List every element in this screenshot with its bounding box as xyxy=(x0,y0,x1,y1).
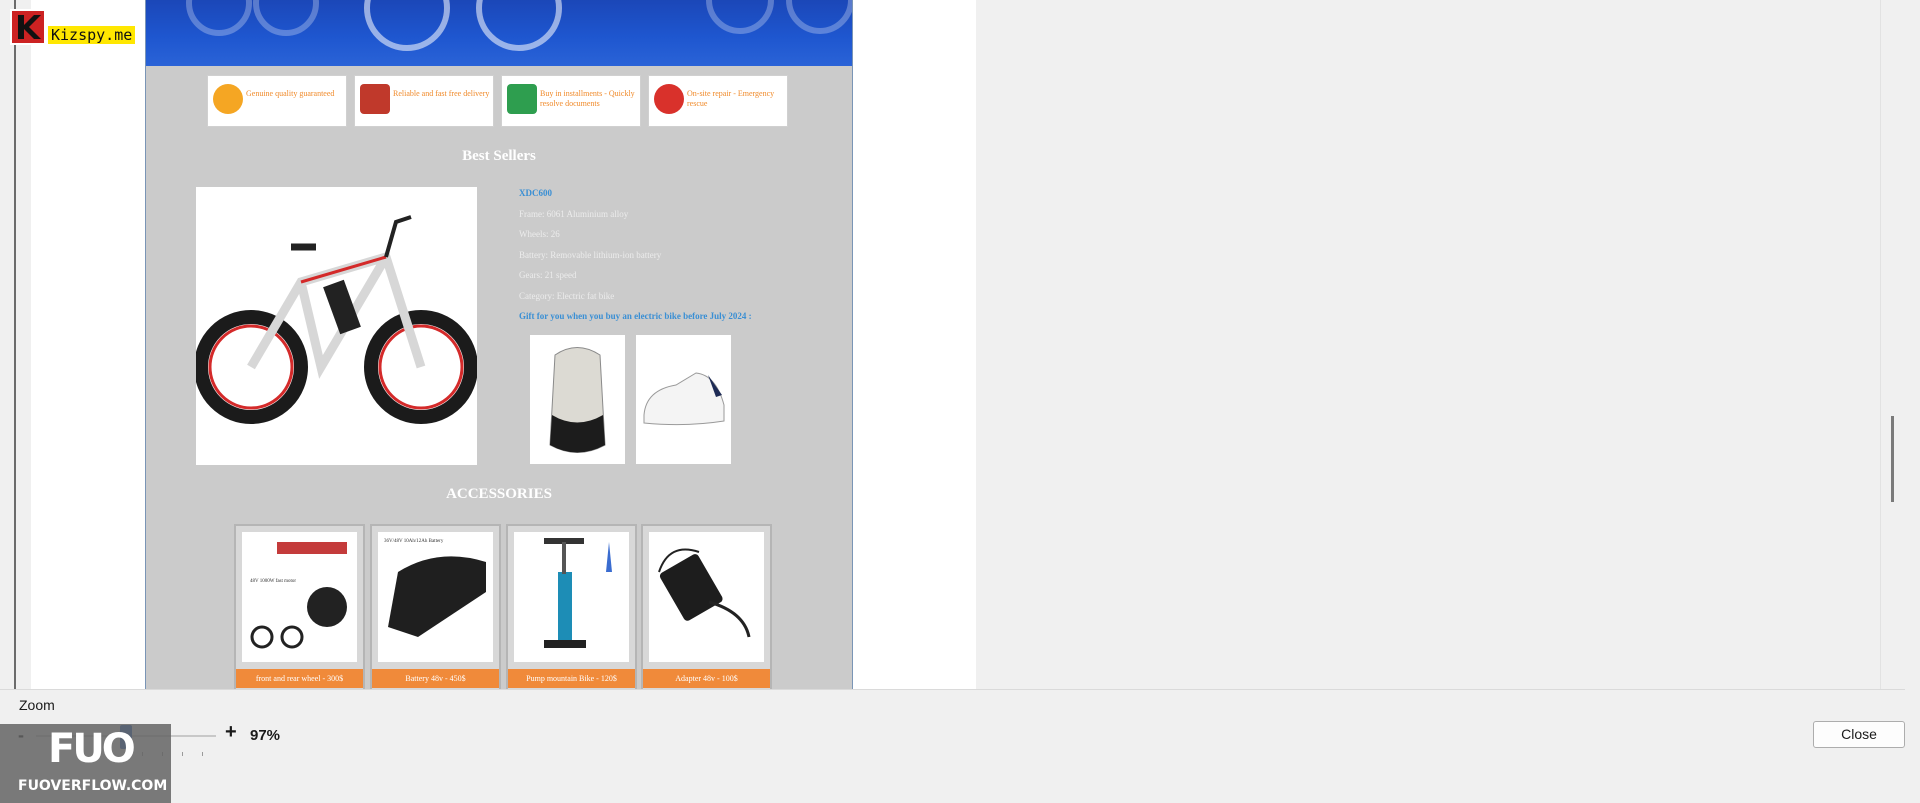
feature-card: Buy in installments - Quickly resolve do… xyxy=(501,75,641,127)
spec-line: Wheels: 26 xyxy=(519,229,560,239)
vertical-scrollbar[interactable] xyxy=(1880,0,1906,689)
zoom-value: 97% xyxy=(250,727,281,744)
feature-text: Genuine quality guaranteed xyxy=(246,89,335,98)
accessories-heading: ACCESSORIES xyxy=(446,486,552,502)
accessory-image-battery: 36V/48V 10Ah/12Ah Battery xyxy=(378,532,493,662)
product-image xyxy=(194,187,478,465)
accessory-card[interactable]: 48V 1000W fast motor front and rear whee… xyxy=(236,526,363,689)
accessory-label: Pump mountain Bike - 120$ xyxy=(508,669,635,688)
banner-wheel-icon xyxy=(786,0,852,34)
spec-line: Category: Electric fat bike xyxy=(519,291,615,301)
document-page: Genuine quality guaranteed Reliable and … xyxy=(145,0,853,689)
kizspy-logo-icon xyxy=(10,9,46,45)
money-bag-icon xyxy=(507,84,537,114)
slider-tick xyxy=(202,752,203,756)
best-sellers-heading: Best Sellers xyxy=(462,148,536,164)
feature-card: On-site repair - Emergency rescue xyxy=(648,75,788,127)
accessory-card[interactable]: Pump mountain Bike - 120$ xyxy=(508,526,635,689)
spec-line: Gears: 21 speed xyxy=(519,270,577,280)
zoom-in-button[interactable]: + xyxy=(225,721,237,744)
left-divider xyxy=(14,0,16,689)
banner-wheel-icon xyxy=(364,0,450,51)
accessory-image-caption: 36V/48V 10Ah/12Ah Battery xyxy=(384,539,444,544)
banner-wheel-icon xyxy=(706,0,774,34)
accessory-label: front and rear wheel - 300$ xyxy=(236,669,363,688)
banner-wheel-icon xyxy=(186,0,252,36)
delivery-person-icon xyxy=(360,84,390,114)
accessory-card[interactable]: 36V/48V 10Ah/12Ah Battery Battery 48v - … xyxy=(372,526,499,689)
electric-bike-image xyxy=(194,215,478,424)
accessory-image-adapter xyxy=(649,532,764,662)
zoom-label: Zoom xyxy=(19,697,55,713)
award-badge-icon xyxy=(213,84,243,114)
feature-text: Reliable and fast free delivery xyxy=(393,89,490,98)
gift-text: Gift for you when you buy an electric bi… xyxy=(519,311,752,321)
accessory-label: Adapter 48v - 100$ xyxy=(643,669,770,688)
gift-backpack-image xyxy=(530,335,625,464)
kizspy-watermark: Kizspy.me xyxy=(48,26,136,44)
scrollbar-thumb[interactable] xyxy=(1891,416,1894,502)
repair-gear-icon xyxy=(654,84,684,114)
feature-card: Genuine quality guaranteed xyxy=(207,75,347,127)
gift-sneaker-image xyxy=(636,335,731,464)
divider xyxy=(0,689,1905,690)
fuo-logo: FUO xyxy=(48,726,136,772)
accessory-label: Battery 48v - 450$ xyxy=(372,669,499,688)
spec-line: Battery: Removable lithium-ion battery xyxy=(519,250,662,260)
fuoverflow-site-text: FUOVERFLOW.COM xyxy=(18,778,168,794)
spec-line: Frame: 6061 Aluminium alloy xyxy=(519,209,629,219)
accessory-card[interactable]: Adapter 48v - 100$ xyxy=(643,526,770,689)
close-button[interactable]: Close xyxy=(1813,721,1905,748)
banner-wheel-icon xyxy=(476,0,562,51)
accessory-image-caption: 48V 1000W fast motor xyxy=(250,579,296,584)
accessory-image-pump xyxy=(514,532,629,662)
slider-tick xyxy=(182,752,183,756)
accessory-image-wheel: 48V 1000W fast motor xyxy=(242,532,357,662)
feature-text: Buy in installments - Quickly resolve do… xyxy=(540,89,635,108)
feature-card: Reliable and fast free delivery xyxy=(354,75,494,127)
product-name: XDC600 xyxy=(519,188,552,198)
banner-wheel-icon xyxy=(253,0,319,36)
feature-text: On-site repair - Emergency rescue xyxy=(687,89,775,108)
feature-strip: Genuine quality guaranteed Reliable and … xyxy=(207,75,791,127)
hero-banner xyxy=(146,0,852,66)
